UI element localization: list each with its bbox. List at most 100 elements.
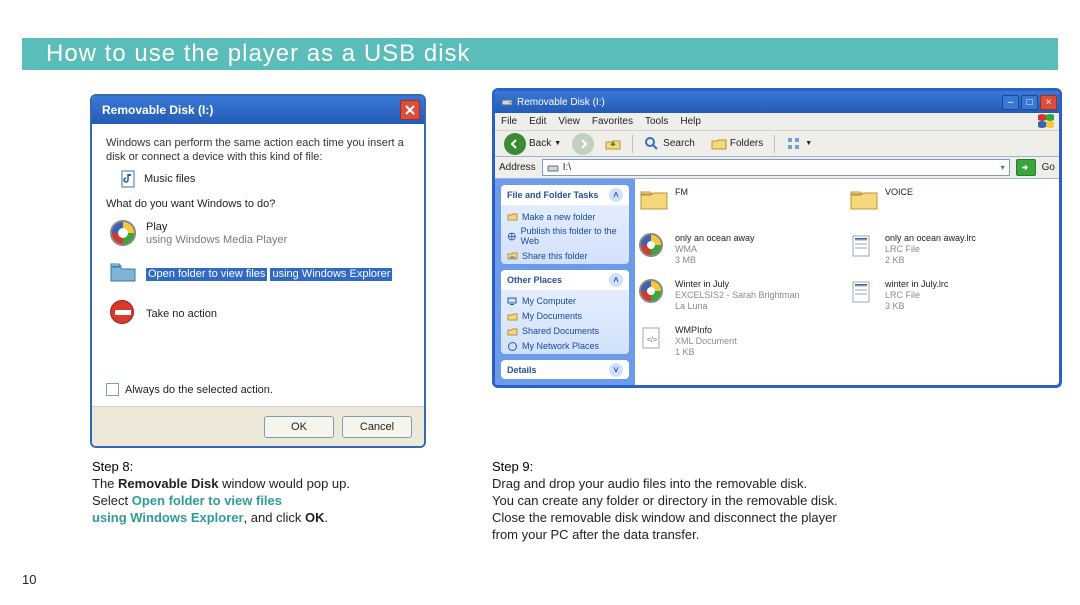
search-icon — [644, 136, 660, 152]
lrc-file-icon — [849, 279, 879, 305]
side-task-publish[interactable]: Publish this folder to the Web — [507, 224, 623, 248]
go-button[interactable] — [1016, 159, 1036, 176]
share-icon — [507, 250, 518, 261]
option-play-primary: Play — [146, 221, 287, 234]
menu-file[interactable]: File — [501, 116, 517, 127]
cancel-button[interactable]: Cancel — [342, 416, 412, 438]
address-field[interactable]: I:\ ▾ — [542, 159, 1010, 176]
file-winter-in-july[interactable]: Winter in JulyEXCELSIS2 - Sarah Brightma… — [639, 279, 845, 319]
folders-label: Folders — [730, 138, 763, 149]
side-details-header[interactable]: Details ˅ — [501, 360, 629, 379]
page-title: How to use the player as a USB disk — [46, 40, 471, 67]
side-place-network[interactable]: My Network Places — [507, 339, 623, 354]
file-kind-label: Music files — [144, 173, 195, 185]
music-file-icon — [120, 170, 138, 188]
documents-icon — [507, 311, 518, 322]
dialog-footer: OK Cancel — [92, 406, 424, 446]
side-task-share[interactable]: Share this folder — [507, 248, 623, 263]
dialog-body: Windows can perform the same action each… — [92, 124, 424, 406]
folder-up-icon — [605, 136, 621, 152]
lrc-file-icon — [849, 233, 879, 259]
always-checkbox[interactable] — [106, 383, 119, 396]
side-task-new-folder[interactable]: Make a new folder — [507, 209, 623, 224]
side-place-my-documents[interactable]: My Documents — [507, 309, 623, 324]
explorer-title: Removable Disk (I:) — [517, 97, 605, 108]
explorer-menu-bar: File Edit View Favorites Tools Help — [495, 113, 1059, 131]
back-arrow-icon — [504, 133, 526, 155]
option-play[interactable]: Play using Windows Media Player — [106, 214, 410, 254]
up-button[interactable] — [600, 133, 626, 155]
file-kind-row: Music files — [120, 170, 410, 188]
file-winter-in-july-lrc[interactable]: winter in July.lrcLRC File3 KB — [849, 279, 1055, 319]
folder-fm[interactable]: FM — [639, 187, 845, 227]
minimize-button[interactable]: – — [1002, 95, 1019, 110]
folders-button[interactable]: Folders — [706, 133, 768, 155]
side-tasks-panel: File and Folder Tasks ˄ Make a new folde… — [501, 185, 629, 264]
menu-help[interactable]: Help — [680, 116, 701, 127]
go-label: Go — [1042, 162, 1055, 173]
always-row[interactable]: Always do the selected action. — [106, 383, 273, 396]
side-places-header[interactable]: Other Places ˄ — [501, 270, 629, 290]
file-ocean-away-lrc[interactable]: only an ocean away.lrcLRC File2 KB — [849, 233, 1055, 273]
dialog-message: Windows can perform the same action each… — [106, 136, 410, 164]
file-ocean-away[interactable]: only an ocean awayWMA3 MB — [639, 233, 845, 273]
menu-favorites[interactable]: Favorites — [592, 116, 633, 127]
address-label: Address — [499, 162, 536, 173]
explorer-content[interactable]: FM VOICE only an ocean awayWMA3 MB only … — [635, 179, 1059, 385]
drive-icon — [547, 162, 559, 174]
explorer-close-button[interactable]: × — [1040, 95, 1057, 110]
side-places-panel: Other Places ˄ My Computer My Documents … — [501, 270, 629, 354]
dialog-titlebar[interactable]: Removable Disk (I:) — [92, 96, 424, 124]
option-open-secondary: using Windows Explorer — [270, 268, 392, 281]
network-icon — [507, 341, 518, 352]
go-arrow-icon — [1021, 163, 1030, 172]
autoplay-dialog: Removable Disk (I:) Windows can perform … — [90, 94, 426, 448]
folders-icon — [711, 136, 727, 152]
forward-arrow-icon — [578, 139, 588, 149]
shared-docs-icon — [507, 326, 518, 337]
maximize-button[interactable]: □ — [1021, 95, 1038, 110]
menu-view[interactable]: View — [558, 116, 580, 127]
page-header: How to use the player as a USB disk — [22, 38, 1058, 70]
views-button[interactable]: ▼ — [781, 133, 817, 155]
ok-button[interactable]: OK — [264, 416, 334, 438]
menu-tools[interactable]: Tools — [645, 116, 668, 127]
step8-caption: Step 8: The Removable Disk window would … — [92, 458, 452, 526]
menu-edit[interactable]: Edit — [529, 116, 546, 127]
search-button[interactable]: Search — [639, 133, 700, 155]
explorer-window: Removable Disk (I:) – □ × File Edit View… — [492, 88, 1062, 388]
explorer-toolbar: Back ▼ Search Folders ▼ — [495, 131, 1059, 157]
explorer-body: File and Folder Tasks ˄ Make a new folde… — [495, 179, 1059, 385]
side-tasks-header[interactable]: File and Folder Tasks ˄ — [501, 185, 629, 205]
back-label: Back — [529, 138, 551, 149]
page-number: 10 — [22, 572, 36, 587]
windows-logo-icon — [1037, 113, 1055, 129]
chevron-up-icon: ˄ — [609, 273, 623, 287]
dialog-title: Removable Disk (I:) — [102, 103, 213, 117]
address-value: I:\ — [563, 162, 571, 173]
address-chevron-icon[interactable]: ▾ — [1001, 163, 1005, 172]
option-open-folder[interactable]: Open folder to view files using Windows … — [106, 254, 410, 294]
folder-icon — [110, 260, 138, 288]
audio-file-icon — [639, 233, 669, 257]
explorer-sidebar: File and Folder Tasks ˄ Make a new folde… — [495, 179, 635, 385]
file-wmpinfo[interactable]: </> WMPInfoXML Document1 KB — [639, 325, 845, 365]
option-play-secondary: using Windows Media Player — [146, 234, 287, 247]
chevron-down-icon: ˅ — [609, 363, 623, 377]
always-label: Always do the selected action. — [125, 384, 273, 396]
back-button[interactable]: Back ▼ — [499, 130, 566, 158]
option-open-primary: Open folder to view files — [146, 268, 267, 281]
forward-button[interactable] — [572, 133, 594, 155]
new-folder-icon — [507, 211, 518, 222]
side-place-my-computer[interactable]: My Computer — [507, 294, 623, 309]
explorer-titlebar[interactable]: Removable Disk (I:) – □ × — [495, 91, 1059, 113]
side-place-shared-documents[interactable]: Shared Documents — [507, 324, 623, 339]
option-noaction-primary: Take no action — [146, 308, 217, 321]
folder-icon — [639, 187, 669, 213]
folder-voice[interactable]: VOICE — [849, 187, 1055, 227]
close-button[interactable] — [400, 100, 420, 120]
views-icon — [786, 136, 802, 152]
dialog-prompt: What do you want Windows to do? — [106, 198, 410, 210]
option-no-action[interactable]: Take no action — [106, 294, 410, 334]
noentry-icon — [110, 300, 138, 328]
